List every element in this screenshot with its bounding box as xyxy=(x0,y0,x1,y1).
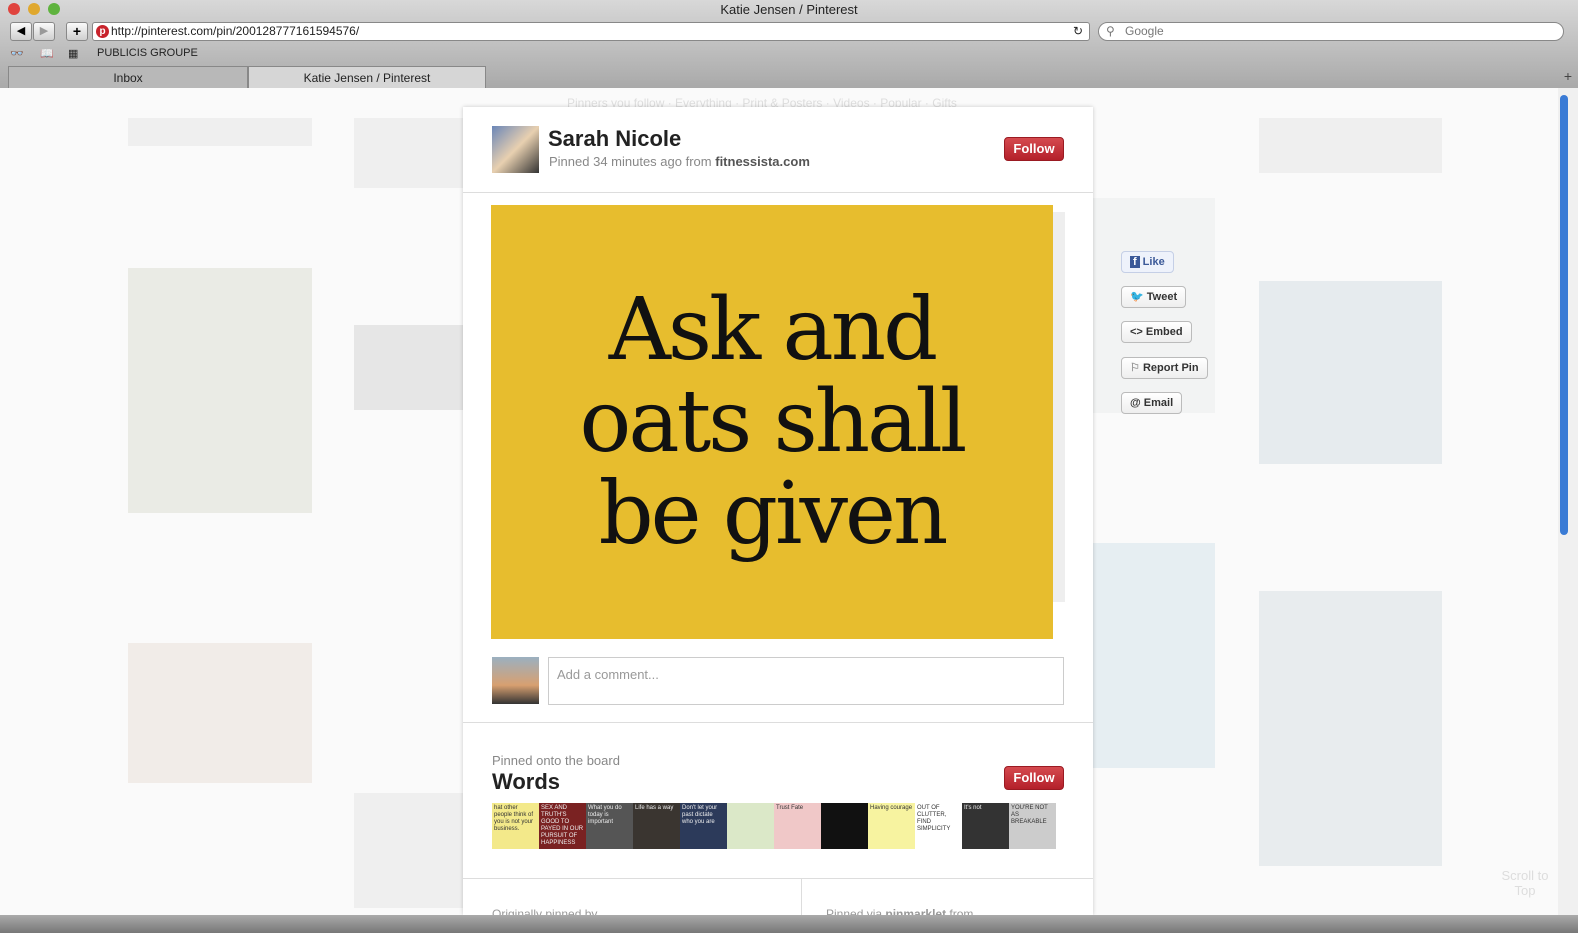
quote-line: oats shall xyxy=(579,372,968,472)
browser-chrome: Katie Jensen / Pinterest ◀ ▶ + p http://p… xyxy=(0,0,1578,88)
top-sites-icon[interactable]: ▦ xyxy=(68,47,78,60)
reading-list-icon[interactable]: 👓 xyxy=(10,47,24,60)
board-thumbnail[interactable]: What you do today is important xyxy=(586,803,633,849)
new-tab-button[interactable]: + xyxy=(1564,68,1572,84)
tweet-button[interactable]: 🐦 Tweet xyxy=(1121,286,1187,308)
address-bar[interactable]: p http://pinterest.com/pin/20012877716159… xyxy=(92,22,1090,41)
board-thumbnail[interactable]: Trust Fate xyxy=(774,803,821,849)
report-pin-button[interactable]: ⚐ Report Pin xyxy=(1121,357,1208,379)
board-thumbnail[interactable]: SEX AND TRUTH'S GOOD TO PAYED IN OUR PUR… xyxy=(539,803,586,849)
like-label: Like xyxy=(1142,256,1165,268)
search-placeholder: Google xyxy=(1125,24,1164,38)
pinned-time: Pinned 34 minutes ago from xyxy=(549,154,712,169)
follow-user-button[interactable]: Follow xyxy=(1004,137,1064,161)
email-button[interactable]: @ Email xyxy=(1121,392,1183,414)
pin-meta: Pinned 34 minutes ago from fitnessista.c… xyxy=(549,154,810,169)
facebook-like-button[interactable]: f Like xyxy=(1121,251,1174,273)
pin-image[interactable]: Ask and oats shall be given xyxy=(491,205,1053,639)
embed-button[interactable]: <> Embed xyxy=(1121,321,1192,343)
tweet-label: Tweet xyxy=(1146,291,1178,303)
forward-button[interactable]: ▶ xyxy=(33,22,55,41)
tab-inbox[interactable]: Inbox xyxy=(8,66,248,88)
board-thumbnail[interactable]: OUT OF CLUTTER, FIND SIMPLICITY xyxy=(915,803,962,849)
pinterest-favicon-icon: p xyxy=(96,25,109,38)
add-bookmark-button[interactable]: + xyxy=(66,22,88,41)
flag-icon: ⚐ xyxy=(1130,362,1140,374)
report-label: Report Pin xyxy=(1142,362,1199,374)
board-thumbnail[interactable]: Life has a way xyxy=(633,803,680,849)
search-input[interactable]: ⚲ Google xyxy=(1098,22,1564,41)
pin-modal: Sarah Nicole Pinned 34 minutes ago from … xyxy=(463,107,1093,921)
twitter-bird-icon: 🐦 xyxy=(1130,291,1144,303)
board-thumbnail[interactable] xyxy=(821,803,868,849)
scrollbar-thumb[interactable] xyxy=(1560,95,1568,535)
quote-line: be given xyxy=(598,464,949,564)
search-icon: ⚲ xyxy=(1106,24,1115,38)
board-thumbnail[interactable]: It's not xyxy=(962,803,1009,849)
scroll-to-top-button[interactable]: Scroll to Top xyxy=(1500,868,1550,898)
bookmarks-icon[interactable]: 📖 xyxy=(40,47,54,60)
url-text: http://pinterest.com/pin/200128777161594… xyxy=(111,24,360,38)
quote-line: Ask and xyxy=(608,280,938,380)
board-thumbnails[interactable]: hat other people think of you is not you… xyxy=(492,803,1056,849)
follow-board-button[interactable]: Follow xyxy=(1004,766,1064,790)
board-thumbnail[interactable] xyxy=(727,803,774,849)
board-thumbnail[interactable]: Having courage xyxy=(868,803,915,849)
back-button[interactable]: ◀ xyxy=(10,22,32,41)
board-thumbnail[interactable]: Don't let your past dictate who you are xyxy=(680,803,727,849)
source-link[interactable]: fitnessista.com xyxy=(715,154,810,169)
reload-icon[interactable]: ↻ xyxy=(1073,23,1083,40)
comment-input[interactable]: Add a comment... xyxy=(548,657,1064,705)
board-thumbnail[interactable]: hat other people think of you is not you… xyxy=(492,803,539,849)
pinner-avatar[interactable] xyxy=(492,126,539,173)
board-thumbnail[interactable]: YOU'RE NOT AS BREAKABLE xyxy=(1009,803,1056,849)
window-title: Katie Jensen / Pinterest xyxy=(720,2,858,17)
facebook-icon: f xyxy=(1130,256,1140,268)
board-intro: Pinned onto the board xyxy=(492,753,620,768)
pinner-name[interactable]: Sarah Nicole xyxy=(548,126,681,152)
tab-pinterest[interactable]: Katie Jensen / Pinterest xyxy=(248,66,486,88)
board-name[interactable]: Words xyxy=(492,769,560,795)
bookmark-publicis[interactable]: PUBLICIS GROUPE xyxy=(97,47,198,59)
dock xyxy=(0,915,1578,933)
current-user-avatar xyxy=(492,657,539,704)
